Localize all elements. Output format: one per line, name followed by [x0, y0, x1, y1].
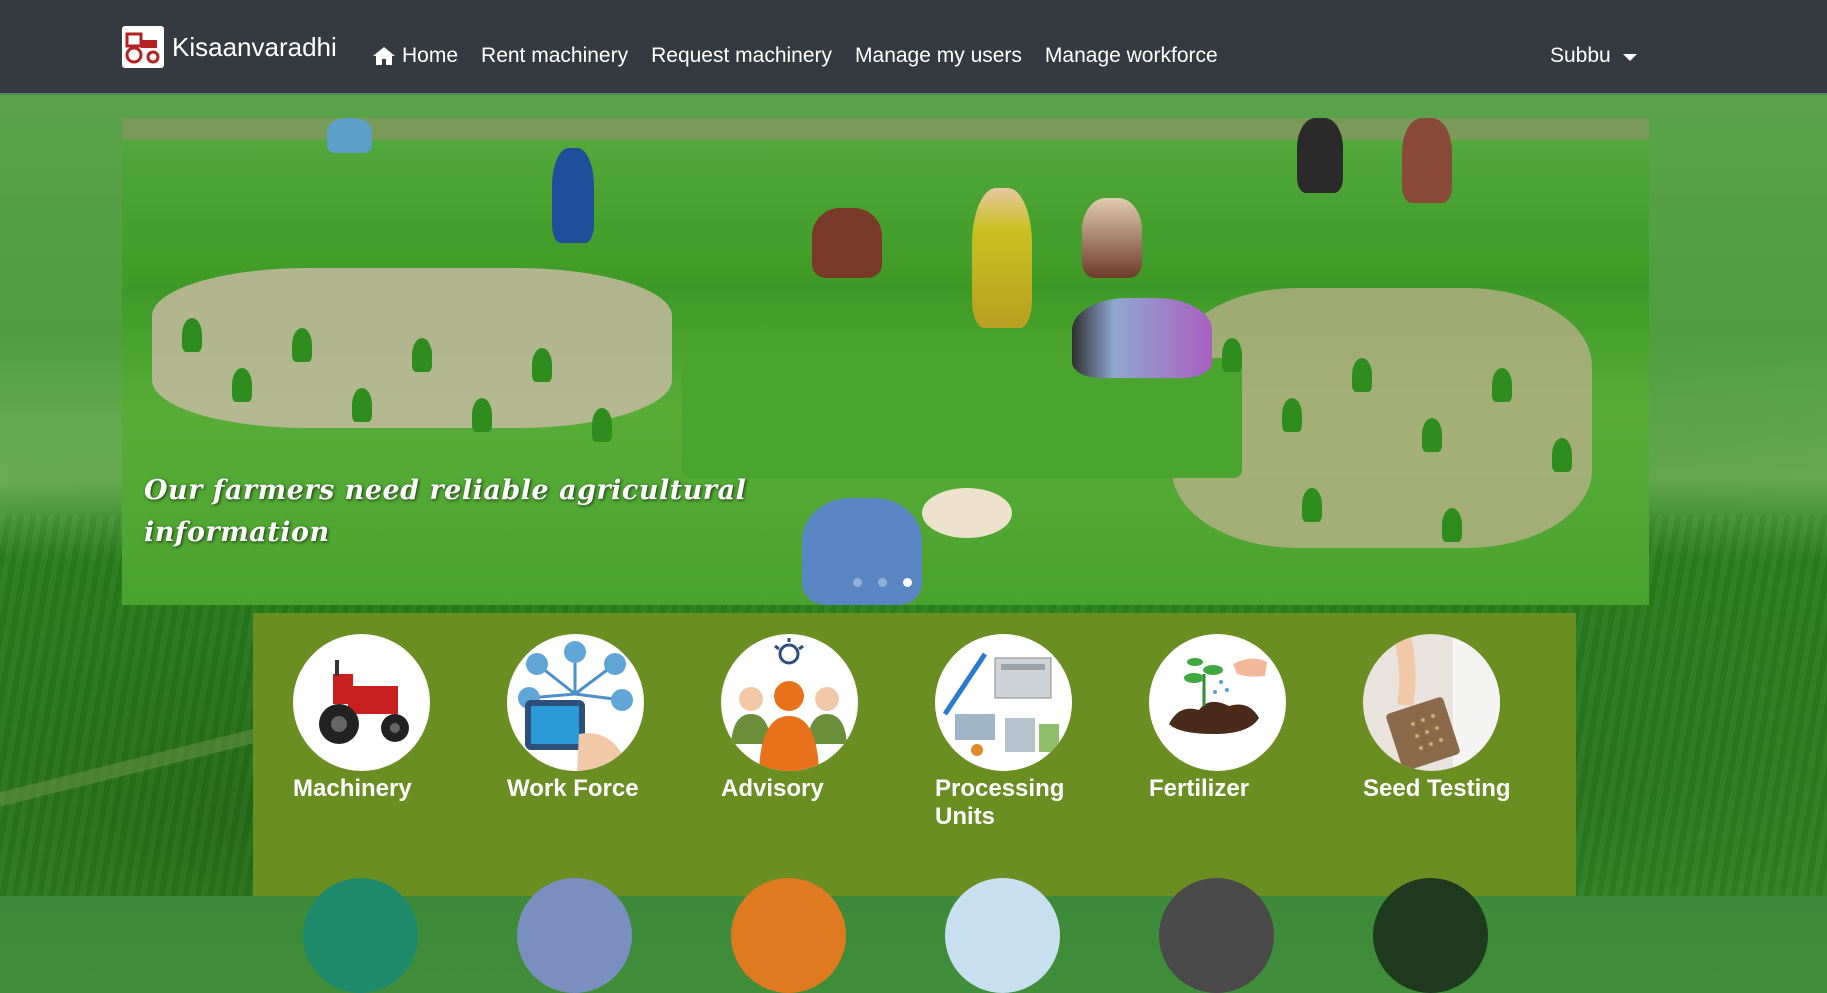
service-row2-item-6[interactable] [1373, 878, 1488, 993]
seedling [1352, 358, 1372, 392]
seedling [1442, 508, 1462, 542]
service-advisory-label: Advisory [721, 775, 824, 802]
nav-rent-machinery-label: Rent machinery [481, 44, 629, 67]
nav-manage-users-label: Manage my users [855, 44, 1022, 67]
seed-tray-icon [1363, 634, 1500, 771]
seedling [472, 398, 492, 432]
network-people-icon [507, 634, 644, 771]
farmer-figure [327, 118, 372, 153]
nav-rent-machinery[interactable]: Rent machinery [481, 44, 628, 68]
advisor-group-icon [721, 634, 858, 771]
brand-link[interactable]: Kisaanvaradhi [122, 26, 337, 68]
nav-manage-users[interactable]: Manage my users [855, 44, 1022, 68]
service-row2-item-5[interactable] [1159, 878, 1274, 993]
service-row2-item-4[interactable] [945, 878, 1060, 993]
service-advisory[interactable]: Advisory [721, 634, 881, 803]
service-fertilizer[interactable]: Fertilizer [1149, 634, 1309, 803]
carousel-indicator-1[interactable] [853, 578, 862, 587]
hero-carousel[interactable]: Our farmers need reliable agricultural i… [122, 118, 1649, 605]
service-machinery[interactable]: Machinery [293, 634, 453, 803]
service-work-force-label: Work Force [507, 775, 639, 802]
seedling [182, 318, 202, 352]
caption-line-2: information [144, 517, 330, 548]
service-processing-units[interactable]: Processing Units [935, 634, 1095, 831]
seedling [232, 368, 252, 402]
seedling [412, 338, 432, 372]
carousel-caption: Our farmers need reliable agricultural i… [144, 470, 784, 554]
tractor-icon [122, 26, 164, 68]
farmer-figure [1402, 118, 1452, 203]
service-seed-testing[interactable]: Seed Testing [1363, 634, 1523, 803]
farmer-figure [1297, 118, 1343, 193]
user-dropdown[interactable]: Subbu [1550, 44, 1637, 68]
service-processing-units-label: Processing Units [935, 775, 1065, 830]
farmer-figure [1072, 298, 1212, 378]
seedling [1552, 438, 1572, 472]
top-navbar: Kisaanvaradhi Home Rent machinery Reques… [0, 0, 1827, 94]
service-row2-item-2[interactable] [517, 878, 632, 993]
tractor-icon [293, 634, 430, 771]
caption-line-1: Our farmers need reliable agricultural [144, 475, 747, 506]
service-work-force[interactable]: Work Force [507, 634, 667, 803]
seedling [292, 328, 312, 362]
service-seed-testing-label: Seed Testing [1363, 775, 1511, 802]
nav-manage-workforce-label: Manage workforce [1044, 44, 1218, 67]
seedling [532, 348, 552, 382]
brand-name: Kisaanvaradhi [172, 31, 337, 62]
seedling [592, 408, 612, 442]
nav-links: Home Rent machinery Request machinery Ma… [372, 44, 1241, 68]
nav-home-label: Home [402, 44, 459, 67]
nav-home[interactable]: Home [372, 44, 458, 68]
service-row2-item-1[interactable] [303, 878, 418, 993]
seedling [1222, 338, 1242, 372]
nav-manage-workforce[interactable]: Manage workforce [1045, 44, 1218, 68]
nav-request-machinery[interactable]: Request machinery [651, 44, 832, 68]
carousel-indicators [853, 578, 912, 587]
carousel-indicator-3[interactable] [903, 578, 912, 587]
farmer-figure [972, 188, 1032, 328]
farmer-figure [1082, 198, 1142, 278]
nav-request-machinery-label: Request machinery [651, 44, 833, 67]
farmer-figure [552, 148, 594, 243]
service-fertilizer-label: Fertilizer [1149, 775, 1250, 802]
services-panel: Machinery Work Force Advisory Processing… [253, 613, 1576, 993]
plant-soil-icon [1149, 634, 1286, 771]
farmer-figure [802, 498, 922, 605]
user-name: Subbu [1550, 44, 1611, 67]
service-row2-item-3[interactable] [731, 878, 846, 993]
farmer-figure [812, 208, 882, 278]
home-icon [372, 46, 396, 66]
chevron-down-icon [1622, 53, 1637, 61]
seedling [1492, 368, 1512, 402]
carousel-indicator-2[interactable] [878, 578, 887, 587]
seedling [352, 388, 372, 422]
seedling [1302, 488, 1322, 522]
seedling [1422, 418, 1442, 452]
seedling [1282, 398, 1302, 432]
factory-icon [935, 634, 1072, 771]
farmer-headscarf [922, 488, 1012, 538]
service-machinery-label: Machinery [293, 775, 412, 802]
